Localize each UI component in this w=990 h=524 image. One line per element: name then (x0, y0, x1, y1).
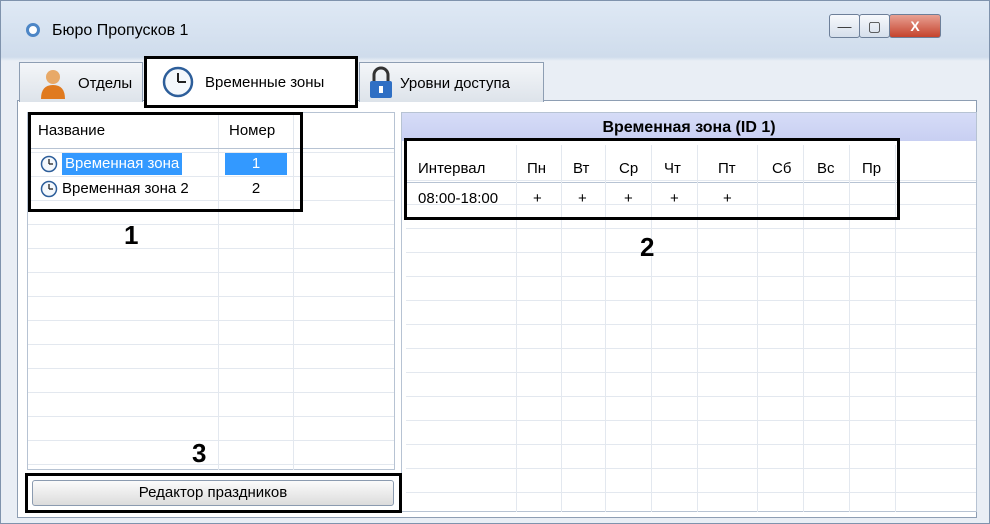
callout-label-1: 1 (124, 220, 139, 250)
window-title: Бюро Пропусков 1 (52, 22, 189, 39)
app-icon (26, 23, 40, 37)
callout-label-3: 3 (192, 438, 207, 468)
tab-departments[interactable]: Отделы (19, 62, 143, 102)
callout-label-2: 2 (640, 232, 655, 262)
tab-time-zones-label: Временные зоны (205, 74, 325, 91)
schedule-title: Временная зона (ID 1) (402, 113, 976, 141)
schedule-grid (406, 180, 976, 512)
tab-time-zones[interactable]: Временные зоны (144, 56, 358, 108)
close-button[interactable]: X (889, 14, 941, 38)
callout-frame-1 (28, 112, 303, 212)
callout-frame-2 (404, 138, 900, 220)
clock-icon (162, 66, 194, 98)
tab-departments-label: Отделы (78, 75, 133, 92)
tab-access-levels-label: Уровни доступа (400, 75, 510, 92)
person-icon (41, 70, 65, 99)
tab-access-levels[interactable]: Уровни доступа (359, 62, 544, 102)
callout-frame-3 (25, 473, 402, 513)
maximize-button[interactable]: ▢ (859, 14, 890, 38)
title-bar: Бюро Пропусков 1 — ▢ X (0, 0, 988, 56)
minimize-button[interactable]: — (829, 14, 860, 38)
lock-icon (370, 66, 392, 98)
